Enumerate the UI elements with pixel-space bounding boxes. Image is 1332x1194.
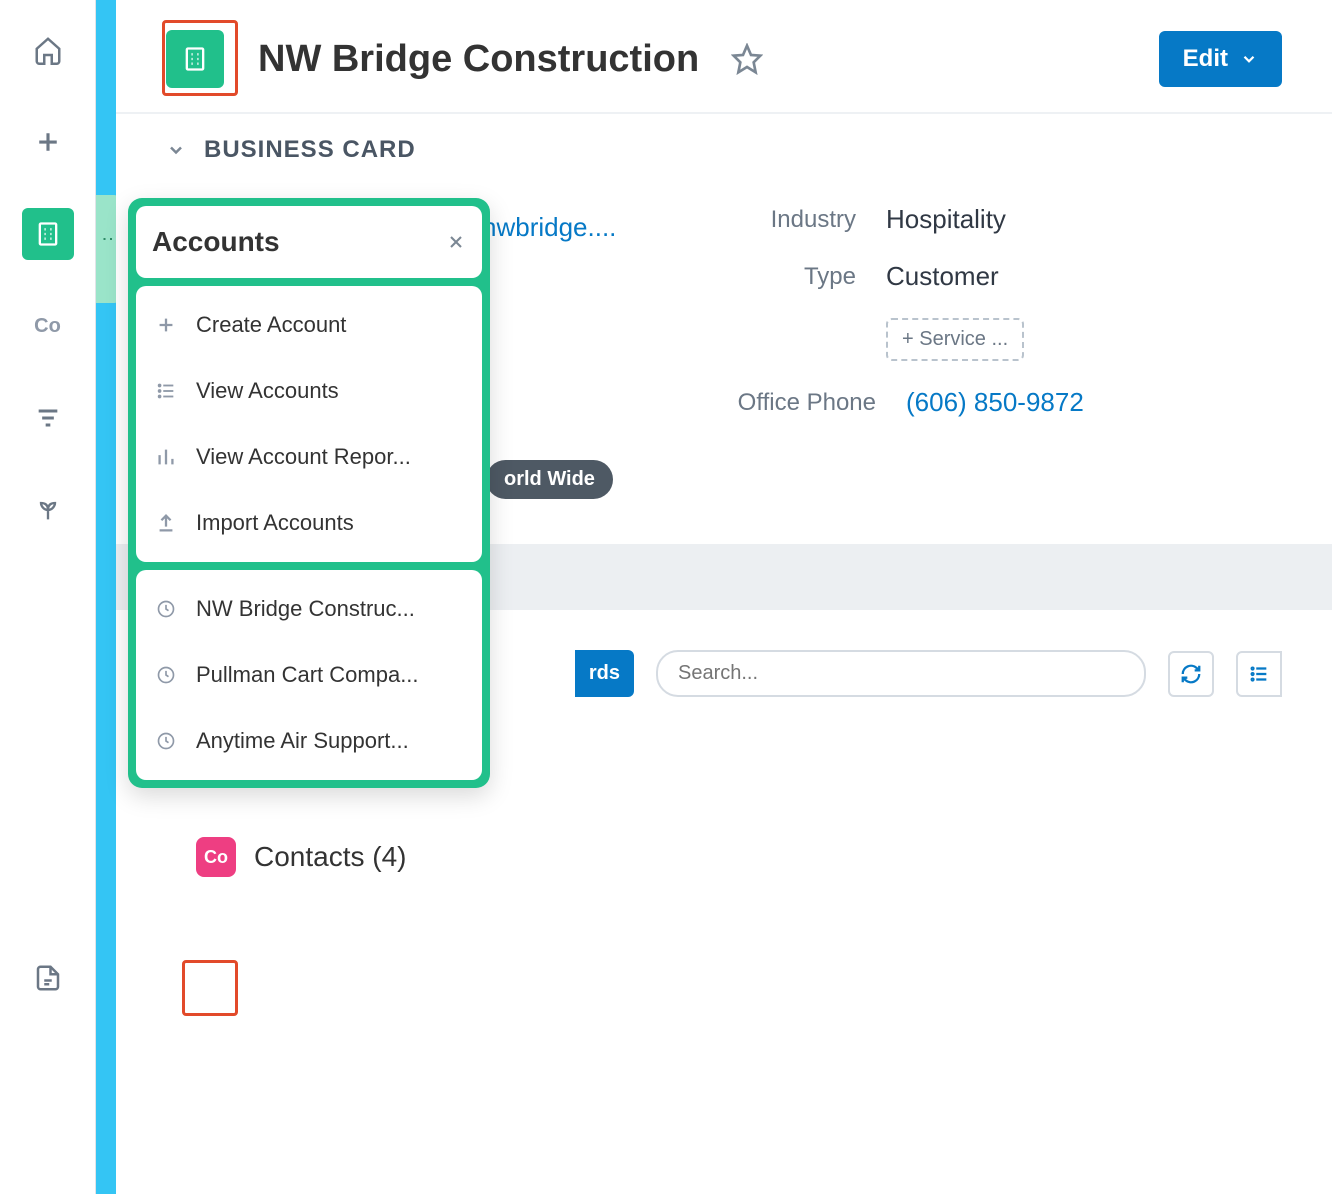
sprout-icon	[34, 496, 62, 524]
phone-label: Office Phone	[676, 389, 876, 417]
star-icon	[731, 43, 763, 75]
view-accounts-label: View Accounts	[196, 378, 339, 404]
chevron-down-icon	[1240, 50, 1258, 68]
contacts-panel[interactable]: Co Contacts (4)	[116, 817, 1332, 897]
section-business-card[interactable]: BUSINESS CARD	[116, 114, 1332, 174]
record-header: NW Bridge Construction Edit	[116, 0, 1332, 114]
plus-icon	[33, 127, 63, 157]
tag-pill[interactable]: orld Wide	[486, 460, 613, 499]
recent-label: Anytime Air Support...	[196, 728, 409, 754]
import-accounts-label: Import Accounts	[196, 510, 354, 536]
home-icon	[33, 35, 63, 65]
industry-label: Industry	[676, 206, 856, 234]
plus-icon	[154, 314, 178, 336]
chart-icon	[154, 446, 178, 468]
tab-records[interactable]: rds	[575, 650, 634, 697]
highlight-contacts-badge	[182, 960, 238, 1016]
import-accounts-item[interactable]: Import Accounts	[136, 490, 482, 556]
nav-contacts[interactable]: Co	[22, 300, 74, 352]
popup-recent: NW Bridge Construc... Pullman Cart Compa…	[136, 570, 482, 780]
nav-home[interactable]	[22, 24, 74, 76]
record-title: NW Bridge Construction	[258, 38, 699, 81]
accounts-popup: Accounts Create Account View Accounts Vi…	[128, 198, 490, 788]
recent-label: NW Bridge Construc...	[196, 596, 415, 622]
refresh-button[interactable]	[1168, 651, 1214, 697]
nav-documents[interactable]	[22, 952, 74, 1004]
contacts-badge: Co	[196, 837, 236, 877]
nav-filter[interactable]	[22, 392, 74, 444]
favorite-toggle[interactable]	[731, 43, 763, 75]
contacts-label: Contacts (4)	[254, 841, 407, 873]
nav-accounts[interactable]	[22, 208, 74, 260]
recent-item-0[interactable]: NW Bridge Construc...	[136, 576, 482, 642]
website-link[interactable]: nwbridge....	[482, 212, 616, 243]
type-label: Type	[676, 263, 856, 291]
nav-leads[interactable]	[22, 484, 74, 536]
sidebar: Co	[0, 0, 96, 1194]
refresh-icon	[1180, 663, 1202, 685]
close-icon	[446, 232, 466, 252]
building-icon	[34, 220, 62, 248]
recent-item-2[interactable]: Anytime Air Support...	[136, 708, 482, 774]
upload-icon	[154, 512, 178, 534]
contacts-abbrev: Co	[34, 315, 61, 338]
popup-header: Accounts	[136, 206, 482, 278]
chevron-down-icon	[166, 140, 186, 160]
document-icon	[33, 963, 63, 993]
list-view-button[interactable]	[1236, 651, 1282, 697]
list-icon	[154, 380, 178, 402]
phone-value[interactable]: (606) 850-9872	[906, 387, 1084, 418]
edit-button[interactable]: Edit	[1159, 31, 1282, 87]
type-value: Customer	[886, 261, 999, 292]
nav-add[interactable]	[22, 116, 74, 168]
related-search-input[interactable]	[656, 650, 1146, 697]
clock-icon	[154, 665, 178, 685]
popup-title: Accounts	[152, 226, 280, 258]
accent-bar	[96, 0, 116, 1194]
popup-actions: Create Account View Accounts View Accoun…	[136, 286, 482, 562]
filter-icon	[34, 404, 62, 432]
create-account-label: Create Account	[196, 312, 346, 338]
section-title: BUSINESS CARD	[204, 136, 416, 164]
add-service-button[interactable]: + Service ...	[886, 318, 1024, 361]
list-icon	[1248, 663, 1270, 685]
create-account-item[interactable]: Create Account	[136, 292, 482, 358]
clock-icon	[154, 599, 178, 619]
highlight-thumb	[162, 20, 238, 96]
view-reports-item[interactable]: View Account Repor...	[136, 424, 482, 490]
popup-close-button[interactable]	[446, 232, 466, 252]
recent-label: Pullman Cart Compa...	[196, 662, 419, 688]
view-accounts-item[interactable]: View Accounts	[136, 358, 482, 424]
recent-item-1[interactable]: Pullman Cart Compa...	[136, 642, 482, 708]
edit-label: Edit	[1183, 45, 1228, 73]
view-reports-label: View Account Repor...	[196, 444, 411, 470]
industry-value: Hospitality	[886, 204, 1006, 235]
clock-icon	[154, 731, 178, 751]
